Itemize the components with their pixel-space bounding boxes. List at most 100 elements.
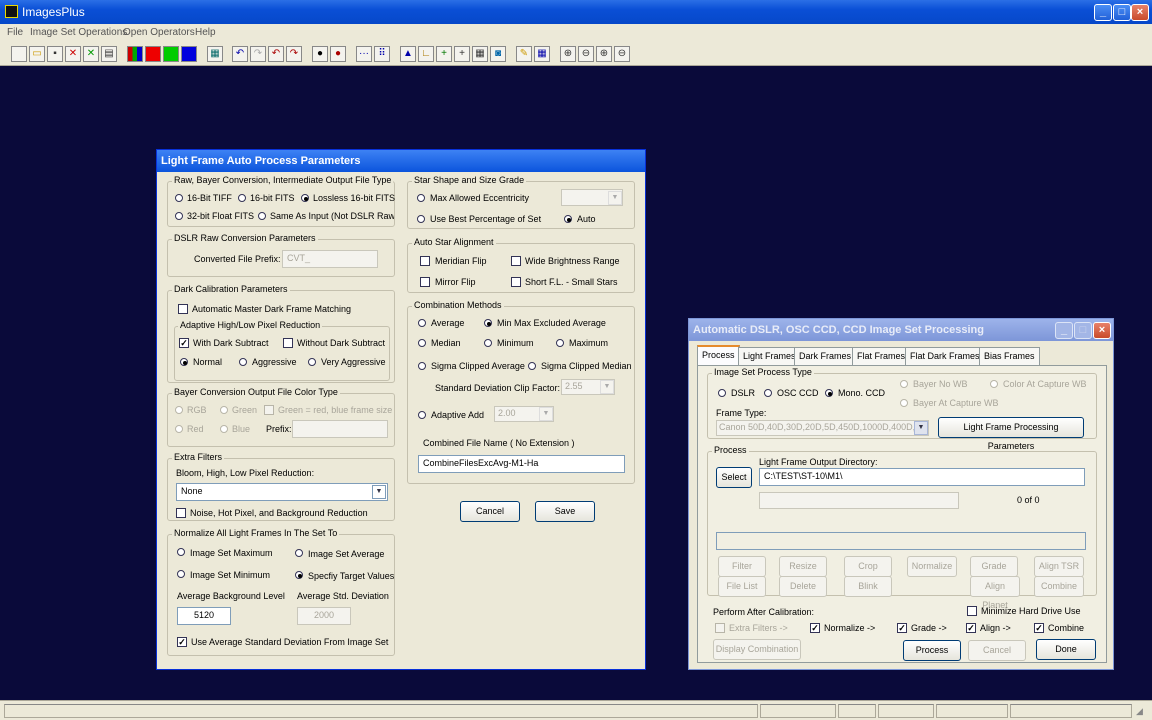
frame-type-dropdown-icon[interactable]: ▼ xyxy=(914,421,928,435)
opt-same-as-input[interactable] xyxy=(258,212,266,220)
maximum-radio[interactable] xyxy=(556,339,564,347)
auto-radio[interactable] xyxy=(564,215,572,223)
open-icon[interactable]: ▭ xyxy=(29,46,45,62)
close-button[interactable]: × xyxy=(1131,4,1149,21)
normal-radio[interactable] xyxy=(180,358,188,366)
new-icon[interactable] xyxy=(11,46,27,62)
blue-radio[interactable] xyxy=(220,425,228,433)
save-icon[interactable]: ▪ xyxy=(47,46,63,62)
zoom-fit-icon[interactable]: ⊕ xyxy=(596,46,612,62)
crosshair-icon[interactable]: + xyxy=(436,46,452,62)
calculator-icon[interactable]: ▦ xyxy=(472,46,488,62)
bloom-select[interactable]: None xyxy=(176,483,388,501)
extra-filters-checkbox[interactable] xyxy=(715,623,725,633)
camera-icon[interactable]: ◙ xyxy=(490,46,506,62)
crop-button[interactable]: Crop xyxy=(844,556,892,577)
red-radio[interactable] xyxy=(175,425,183,433)
lf-save-button[interactable]: Save xyxy=(535,501,595,522)
dots-icon[interactable]: ··· xyxy=(356,46,372,62)
zoom-actual-icon[interactable]: ⊖ xyxy=(614,46,630,62)
zoom-out-icon[interactable]: ⊖ xyxy=(578,46,594,62)
cross-icon[interactable]: + xyxy=(454,46,470,62)
noise-checkbox[interactable] xyxy=(176,508,186,518)
mirror-checkbox[interactable] xyxy=(420,277,430,287)
sigma-med-radio[interactable] xyxy=(528,362,536,370)
opt-16bit-tiff[interactable] xyxy=(175,194,183,202)
star-icon[interactable]: ● xyxy=(312,46,328,62)
normalize-button[interactable]: Normalize xyxy=(907,556,957,577)
undo-all-icon[interactable]: ↶ xyxy=(268,46,284,62)
menu-open-operators[interactable]: Open Operators xyxy=(123,27,195,38)
dslr-radio[interactable] xyxy=(718,389,726,397)
align-checkbox[interactable]: ✓ xyxy=(966,623,976,633)
output-dir-input[interactable]: C:\TEST\ST-10\M1\ xyxy=(759,468,1085,486)
tab-process[interactable]: Process xyxy=(697,345,740,366)
median-radio[interactable] xyxy=(418,339,426,347)
display-combination-button[interactable]: Display Combination xyxy=(713,639,801,660)
menu-image-set-operations[interactable]: Image Set Operations xyxy=(30,27,127,38)
without-dark-checkbox[interactable] xyxy=(283,338,293,348)
tab-bias-frames[interactable]: Bias Frames xyxy=(979,347,1040,365)
tab-light-frames[interactable]: Light Frames xyxy=(738,347,801,365)
target-radio[interactable] xyxy=(295,571,303,579)
ecc-dropdown-icon[interactable]: ▼ xyxy=(608,191,622,205)
close-all-icon[interactable]: ✕ xyxy=(83,46,99,62)
lf-processing-params-button[interactable]: Light Frame Processing Parameters xyxy=(938,417,1084,451)
grade-checkbox[interactable]: ✓ xyxy=(897,623,907,633)
minimize-hd-checkbox[interactable] xyxy=(967,606,977,616)
rgb-icon[interactable] xyxy=(127,46,143,62)
menu-file[interactable]: File xyxy=(7,27,23,38)
wide-brightness-checkbox[interactable] xyxy=(511,256,521,266)
minimize-button[interactable]: _ xyxy=(1094,4,1112,21)
zoom-in-icon[interactable]: ⊕ xyxy=(560,46,576,62)
bayer-nowb-radio[interactable] xyxy=(900,380,908,388)
sigma-avg-radio[interactable] xyxy=(418,362,426,370)
process-button[interactable]: Process xyxy=(903,640,961,661)
auto-dark-match-checkbox[interactable] xyxy=(178,304,188,314)
tab-flat-dark-frames[interactable]: Flat Dark Frames xyxy=(905,347,985,365)
sd-clip-dropdown-icon[interactable]: ▼ xyxy=(600,380,614,394)
set-avg-radio[interactable] xyxy=(295,549,303,557)
align-planet-button[interactable]: Align Planet xyxy=(970,576,1020,610)
grade-button[interactable]: Grade xyxy=(970,556,1018,577)
grid-icon[interactable]: ▦ xyxy=(207,46,223,62)
resize-button[interactable]: Resize xyxy=(779,556,827,577)
combine-checkbox[interactable]: ✓ xyxy=(1034,623,1044,633)
resize-grip-icon[interactable]: ◢ xyxy=(1136,706,1148,718)
color-capture-radio[interactable] xyxy=(990,380,998,388)
done-button[interactable]: Done xyxy=(1036,639,1096,660)
normalize-checkbox[interactable]: ✓ xyxy=(810,623,820,633)
auto-minimize-button[interactable]: _ xyxy=(1055,322,1073,339)
undo-icon[interactable]: ↶ xyxy=(232,46,248,62)
short-fl-checkbox[interactable] xyxy=(511,277,521,287)
opt-16bit-fits[interactable] xyxy=(238,194,246,202)
bayer-prefix-input[interactable] xyxy=(292,420,388,438)
very-aggressive-radio[interactable] xyxy=(308,358,316,366)
lf-cancel-button[interactable]: Cancel xyxy=(460,501,520,522)
best-pct-radio[interactable] xyxy=(417,215,425,223)
select-dir-button[interactable]: Select xyxy=(716,467,752,488)
star-red-icon[interactable]: ● xyxy=(330,46,346,62)
menu-help[interactable]: Help xyxy=(195,27,216,38)
green-radio[interactable] xyxy=(220,406,228,414)
mono-radio[interactable] xyxy=(825,389,833,397)
points-icon[interactable]: ⠿ xyxy=(374,46,390,62)
blue-channel-icon[interactable] xyxy=(181,46,197,62)
combined-name-input[interactable]: CombineFilesExcAvg-M1-Ha xyxy=(418,455,625,473)
set-max-radio[interactable] xyxy=(177,548,185,556)
meridian-checkbox[interactable] xyxy=(420,256,430,266)
aggressive-radio[interactable] xyxy=(239,358,247,366)
print-icon[interactable]: ▤ xyxy=(101,46,117,62)
ecc-radio[interactable] xyxy=(417,194,425,202)
histogram-icon[interactable]: ▲ xyxy=(400,46,416,62)
tab-flat-frames[interactable]: Flat Frames xyxy=(852,347,911,365)
avg-radio[interactable] xyxy=(418,319,426,327)
combine-button[interactable]: Combine xyxy=(1034,576,1084,597)
set-min-radio[interactable] xyxy=(177,570,185,578)
curves-icon[interactable]: ∟ xyxy=(418,46,434,62)
pencil-icon[interactable]: ✎ xyxy=(516,46,532,62)
filter-button[interactable]: Filter xyxy=(718,556,766,577)
tab-dark-frames[interactable]: Dark Frames xyxy=(794,347,857,365)
green-eq-checkbox[interactable] xyxy=(264,405,274,415)
osc-radio[interactable] xyxy=(764,389,772,397)
